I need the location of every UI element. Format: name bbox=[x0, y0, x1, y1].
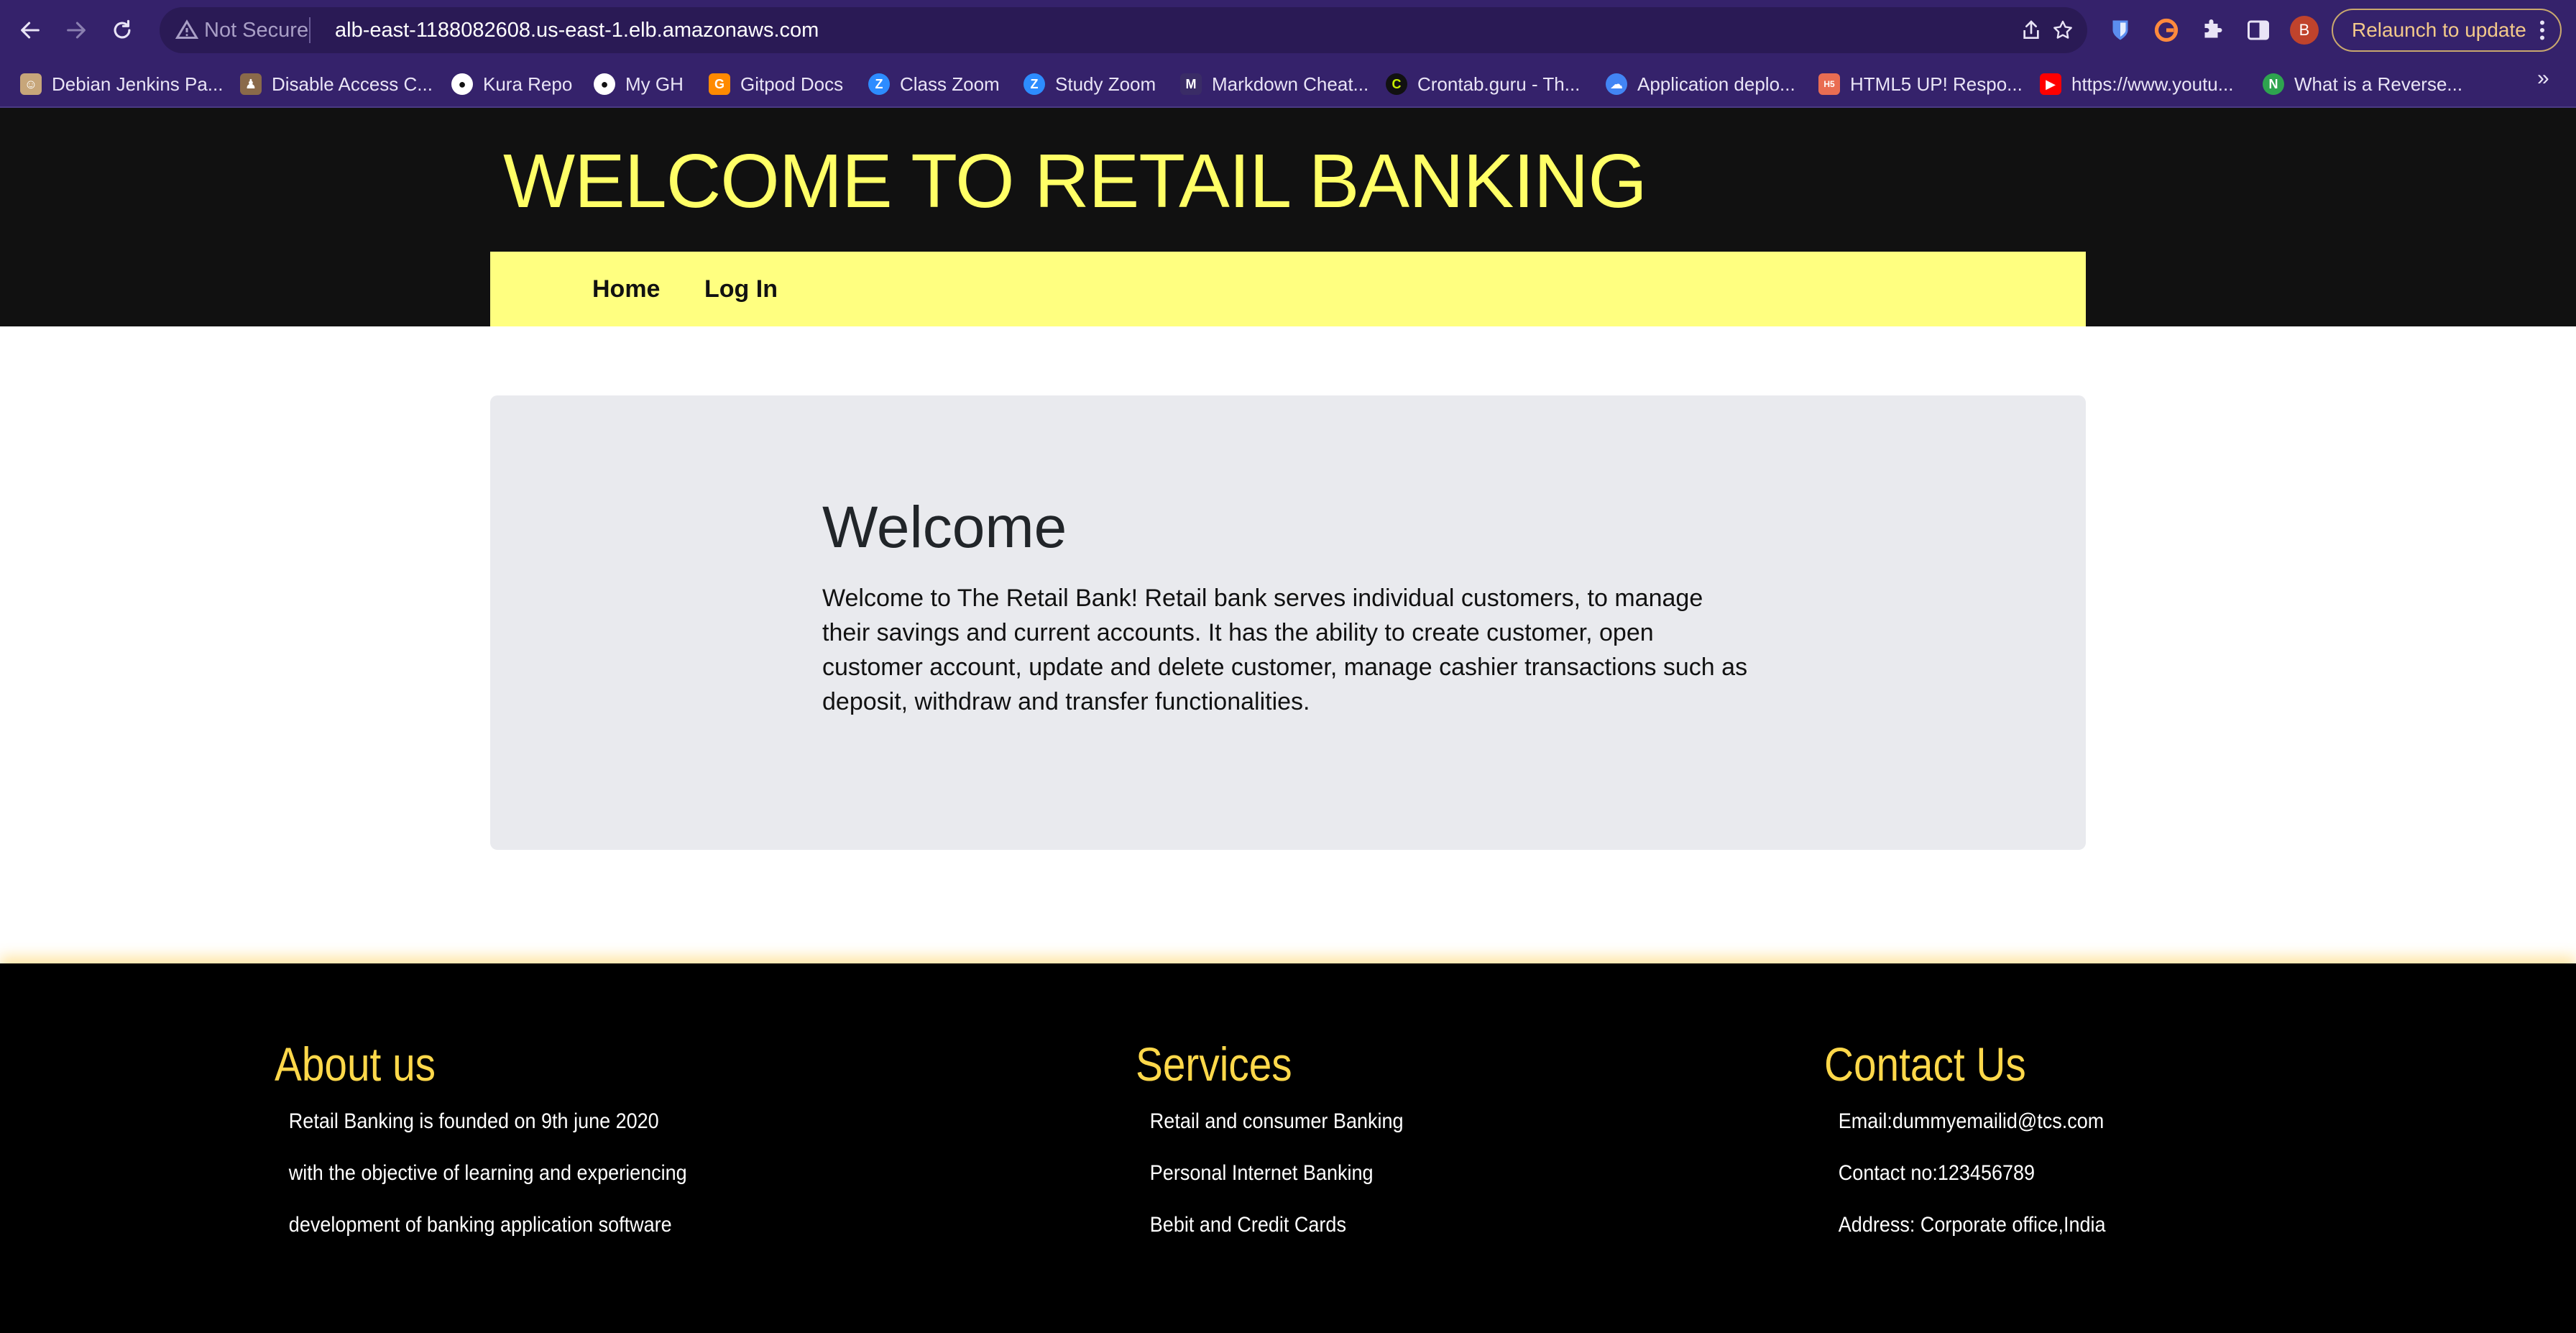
bookmark-label: Study Zoom bbox=[1055, 73, 1156, 95]
relaunch-label: Relaunch to update bbox=[2352, 19, 2526, 41]
grammarly-extension[interactable] bbox=[2152, 16, 2181, 45]
google-cloud-icon: ☁ bbox=[1606, 73, 1627, 95]
extensions-button[interactable] bbox=[2198, 16, 2227, 45]
bookmark-item[interactable]: ☁ Application deplo... bbox=[1606, 70, 1795, 98]
bookmark-item[interactable]: M Markdown Cheat... bbox=[1180, 70, 1368, 98]
footer-about-line: development of banking application softw… bbox=[288, 1213, 672, 1237]
footer-services-line: Retail and consumer Banking bbox=[1149, 1109, 1404, 1133]
security-status[interactable]: Not Secure bbox=[204, 18, 308, 42]
side-panel-button[interactable] bbox=[2244, 16, 2273, 45]
footer-contact-line: Email:dummyemailid@tcs.com bbox=[1838, 1109, 2104, 1133]
bookmark-item[interactable]: H5 HTML5 UP! Respo... bbox=[1818, 70, 2023, 98]
bookmark-item[interactable]: Z Class Zoom bbox=[868, 70, 1000, 98]
forward-arrow-icon bbox=[67, 22, 86, 39]
address-bar[interactable]: Not Secure alb-east-1188082608.us-east-1… bbox=[160, 7, 2087, 53]
main-nav: Home Log In bbox=[490, 252, 2086, 326]
bookmark-label: Application deplo... bbox=[1637, 73, 1795, 95]
bookmark-item[interactable]: ▶ https://www.youtu... bbox=[2040, 70, 2233, 98]
bookmark-label: My GH bbox=[625, 73, 684, 95]
footer-services-line: Personal Internet Banking bbox=[1149, 1161, 1374, 1185]
bookmark-item[interactable]: ☺ Debian Jenkins Pa... bbox=[20, 70, 223, 98]
bookmark-label: Kura Repo bbox=[483, 73, 573, 95]
star-icon bbox=[2053, 20, 2072, 39]
browser-toolbar: Not Secure alb-east-1188082608.us-east-1… bbox=[0, 0, 2576, 60]
bookmark-label: https://www.youtu... bbox=[2071, 73, 2234, 95]
footer-about: About us Retail Banking is founded on 9t… bbox=[275, 1035, 732, 1251]
html5up-icon: H5 bbox=[1818, 73, 1840, 95]
url-text[interactable]: alb-east-1188082608.us-east-1.elb.amazon… bbox=[335, 18, 819, 42]
footer-contact-line: Contact no:123456789 bbox=[1838, 1161, 2036, 1185]
footer-services: Services Retail and consumer Banking Per… bbox=[1136, 1035, 1433, 1251]
bitwarden-extension[interactable] bbox=[2106, 16, 2135, 45]
crontab-icon: C bbox=[1386, 73, 1407, 95]
debian-icon: ☺ bbox=[20, 73, 42, 95]
github-icon: ● bbox=[451, 73, 473, 95]
bookmark-item[interactable]: Z Study Zoom bbox=[1024, 70, 1156, 98]
forward-button[interactable] bbox=[58, 12, 95, 49]
bookmark-label: Disable Access C... bbox=[272, 73, 433, 95]
back-button[interactable] bbox=[12, 12, 49, 49]
share-icon bbox=[2023, 20, 2039, 39]
bookmarks-bar: ☺ Debian Jenkins Pa... ♟ Disable Access C.… bbox=[0, 60, 2576, 108]
reload-icon bbox=[114, 19, 131, 39]
bookmark-label: HTML5 UP! Respo... bbox=[1850, 73, 2023, 95]
footer-contact-heading: Contact Us bbox=[1824, 1037, 2026, 1091]
site-header: WELCOME TO RETAIL BANKING Home Log In bbox=[0, 108, 2576, 326]
bookmarks-overflow-button[interactable]: » bbox=[2537, 66, 2549, 91]
github-icon: ● bbox=[594, 73, 615, 95]
gitpod-icon: G bbox=[709, 73, 730, 95]
footer-services-heading: Services bbox=[1136, 1037, 1292, 1091]
person-icon: ♟ bbox=[240, 73, 262, 95]
bookmark-label: What is a Reverse... bbox=[2294, 73, 2463, 95]
bookmark-label: Gitpod Docs bbox=[740, 73, 844, 95]
bookmark-item[interactable]: C Crontab.guru - Th... bbox=[1386, 70, 1580, 98]
footer-services-line: Bebit and Credit Cards bbox=[1149, 1213, 1346, 1237]
welcome-heading: Welcome bbox=[822, 495, 1067, 560]
bookmark-label: Crontab.guru - Th... bbox=[1417, 73, 1581, 95]
n-icon: N bbox=[2263, 73, 2284, 95]
relaunch-button[interactable]: Relaunch to update bbox=[2332, 9, 2562, 52]
youtube-icon: ▶ bbox=[2040, 73, 2061, 95]
nav-login-link[interactable]: Log In bbox=[704, 273, 778, 305]
footer-about-line: with the objective of learning and exper… bbox=[288, 1161, 687, 1185]
footer-about-heading: About us bbox=[275, 1037, 436, 1091]
zoom-icon: Z bbox=[868, 73, 890, 95]
footer-contact-line: Address: Corporate office,India bbox=[1838, 1213, 2106, 1237]
bookmark-item[interactable]: N What is a Reverse... bbox=[2263, 70, 2462, 98]
site-footer: About us Retail Banking is founded on 9t… bbox=[0, 963, 2576, 1333]
more-vertical-icon bbox=[2540, 20, 2544, 40]
zoom-icon: Z bbox=[1024, 73, 1045, 95]
site-title: WELCOME TO RETAIL BANKING bbox=[503, 139, 1647, 224]
bookmark-label: Class Zoom bbox=[900, 73, 1000, 95]
bookmark-label: Debian Jenkins Pa... bbox=[52, 73, 224, 95]
bookmark-label: Markdown Cheat... bbox=[1212, 73, 1369, 95]
nav-home-link[interactable]: Home bbox=[592, 273, 660, 305]
bookmark-item[interactable]: ♟ Disable Access C... bbox=[240, 70, 433, 98]
g-logo-icon bbox=[2154, 18, 2179, 42]
footer-about-line: Retail Banking is founded on 9th june 20… bbox=[288, 1109, 659, 1133]
footer-contact: Contact Us Email:dummyemailid@tcs.com Co… bbox=[1824, 1035, 2137, 1251]
welcome-text: Welcome to The Retail Bank! Retail bank … bbox=[822, 585, 1748, 715]
reload-button[interactable] bbox=[104, 12, 141, 49]
shield-icon bbox=[2112, 20, 2128, 40]
bookmark-star-button[interactable] bbox=[2048, 16, 2077, 45]
warning-icon bbox=[175, 19, 199, 39]
markdown-icon: M bbox=[1180, 73, 1202, 95]
share-button[interactable] bbox=[2017, 16, 2046, 45]
side-panel-icon bbox=[2248, 20, 2269, 40]
profile-avatar[interactable]: B bbox=[2290, 16, 2319, 45]
bookmark-item[interactable]: G Gitpod Docs bbox=[709, 70, 843, 98]
bookmark-item[interactable]: ● Kura Repo bbox=[451, 70, 572, 98]
bookmark-item[interactable]: ● My GH bbox=[594, 70, 684, 98]
back-arrow-icon bbox=[21, 22, 40, 39]
address-divider bbox=[309, 17, 310, 43]
welcome-panel: Welcome Welcome to The Retail Bank! Reta… bbox=[490, 395, 2086, 850]
puzzle-icon bbox=[2204, 19, 2222, 38]
